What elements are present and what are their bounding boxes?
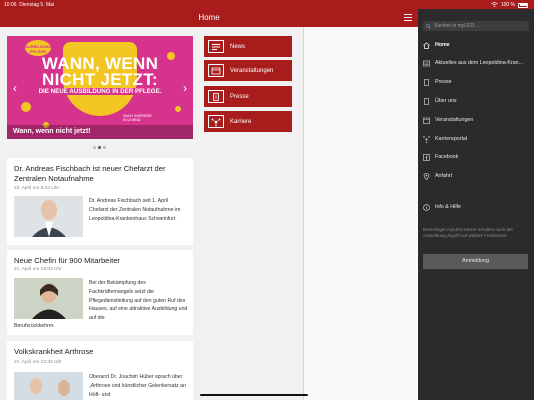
drawer-item-help[interactable]: Info & Hilfe xyxy=(423,199,533,215)
drawer-item-about[interactable]: Über uns xyxy=(423,93,533,109)
search-placeholder: Suchen in myLEO... xyxy=(434,23,479,29)
calendar-icon xyxy=(423,117,430,124)
status-time-date: 10:06 Dienstag 5. Mai xyxy=(4,1,55,8)
drawer-item-press[interactable]: Presse xyxy=(423,74,533,90)
drawer-item-label: Veranstaltungen xyxy=(435,117,474,123)
article-title: Volkskrankheit Arthrose xyxy=(14,347,94,356)
tile-label: News xyxy=(230,43,246,50)
carousel-next-icon[interactable]: › xyxy=(183,81,187,95)
status-indicators: 100 % xyxy=(491,1,528,9)
virus-graphic xyxy=(21,102,31,112)
drawer-item-events[interactable]: Veranstaltungen xyxy=(423,112,533,128)
carousel-dot[interactable] xyxy=(93,146,96,149)
article-excerpt: Bei der Bekämpfung des Fachkräftemangels… xyxy=(89,280,188,322)
status-bar: 10:06 Dienstag 5. Mai 100 % xyxy=(0,0,534,9)
hero-caption: Wann, wenn nicht jetzt! xyxy=(7,125,193,139)
drawer-item-label: Aktuelles aus dem Leopoldina-Kran... xyxy=(435,60,524,66)
drawer-item-label: Anfahrt xyxy=(435,173,453,179)
drawer-item-label: Facebook xyxy=(435,154,459,160)
news-icon xyxy=(423,60,430,67)
hero-subline: DIE NEUE AUSBILDUNG IN DER PFLEGE. xyxy=(36,88,164,95)
article-card[interactable]: Neue Chefin für 900 Mitarbeiter 21. Apri… xyxy=(7,250,193,335)
info-icon xyxy=(423,203,430,211)
login-info-text: Berechtigte myLEO-Nutzer erhalten nach d… xyxy=(423,227,514,238)
tile-press[interactable]: Presse xyxy=(204,86,292,107)
document-icon xyxy=(208,90,224,103)
article-date: 21. April um 13:32 Uhr xyxy=(14,360,62,365)
drawer-item-label: Karriereportal xyxy=(435,136,468,142)
article-title: Neue Chefin für 900 Mitarbeiter xyxy=(14,256,120,265)
search-icon xyxy=(426,23,431,29)
wifi-icon xyxy=(491,1,498,9)
login-button[interactable]: Anmeldung xyxy=(423,254,528,269)
hero-carousel[interactable]: AUSBILDUNG PFLEGE WANN, WENN NICHT JETZT… xyxy=(7,36,193,139)
article-excerpt-cont: Berufsrückkehrer. xyxy=(14,323,55,329)
drawer-item-news[interactable]: Aktuelles aus dem Leopoldina-Kran... xyxy=(423,55,533,71)
article-image xyxy=(14,372,83,400)
search-input[interactable]: Suchen in myLEO... xyxy=(423,21,529,31)
document-icon xyxy=(423,78,430,86)
drawer-item-career[interactable]: Karriereportal xyxy=(423,131,533,147)
virus-graphic xyxy=(175,106,181,112)
article-date: 21. April um 15:03 Uhr xyxy=(14,267,62,272)
article-image xyxy=(14,196,83,237)
article-card[interactable]: Dr. Andreas Fischbach ist neuer Chefarzt… xyxy=(7,158,193,245)
hamburger-menu-icon[interactable] xyxy=(404,14,412,21)
detail-pane xyxy=(304,27,418,400)
hero-logo: NACH KARRIERE IN LEIBNIZ xyxy=(123,114,152,122)
side-drawer: Suchen in myLEO... Home Aktuelles aus de… xyxy=(418,9,534,400)
drawer-item-directions[interactable]: Anfahrt xyxy=(423,168,533,184)
drawer-item-label: Presse xyxy=(435,79,452,85)
article-excerpt: Oberarzt Dr. Joachim Hüber sprach über „… xyxy=(89,374,186,398)
drawer-item-label: Home xyxy=(435,42,450,48)
home-icon xyxy=(423,41,430,49)
article-card[interactable]: Volkskrankheit Arthrose 21. April um 13:… xyxy=(7,341,193,400)
article-image xyxy=(14,278,83,319)
page-title: Home xyxy=(198,13,220,22)
battery-icon xyxy=(518,2,528,8)
carousel-prev-icon[interactable]: ‹ xyxy=(13,81,17,95)
article-title: Dr. Andreas Fischbach ist neuer Chefarzt… xyxy=(14,164,166,183)
battery-percent: 100 % xyxy=(500,2,515,8)
app-bar: Home xyxy=(0,9,418,27)
facebook-icon xyxy=(423,153,430,161)
carousel-dots[interactable] xyxy=(93,146,106,149)
carousel-dot[interactable] xyxy=(103,146,106,149)
tile-label: Karriere xyxy=(230,118,252,125)
calendar-icon xyxy=(208,64,224,77)
hero-headline: WANN, WENN NICHT JETZT: xyxy=(41,54,159,89)
carousel-dot-active[interactable] xyxy=(98,146,101,149)
news-icon xyxy=(208,40,224,53)
tile-label: Veranstaltungen xyxy=(230,67,274,74)
network-icon xyxy=(423,135,430,143)
tile-news[interactable]: News xyxy=(204,36,292,57)
drawer-item-label: Info & Hilfe xyxy=(435,204,461,210)
article-excerpt: Dr. Andreas Fischbach seit 1. April Chef… xyxy=(89,198,181,222)
network-icon xyxy=(208,115,224,128)
tile-events[interactable]: Veranstaltungen xyxy=(204,60,292,81)
home-indicator[interactable] xyxy=(200,394,308,396)
drawer-item-facebook[interactable]: Facebook xyxy=(423,149,533,165)
tile-label: Presse xyxy=(230,93,249,100)
tile-career[interactable]: Karriere xyxy=(204,111,292,132)
drawer-item-home[interactable]: Home xyxy=(423,37,533,53)
article-date: 22. April um 8:44 Uhr xyxy=(14,186,60,191)
document-icon xyxy=(423,97,430,105)
location-icon xyxy=(423,172,430,180)
drawer-item-label: Über uns xyxy=(435,98,457,104)
